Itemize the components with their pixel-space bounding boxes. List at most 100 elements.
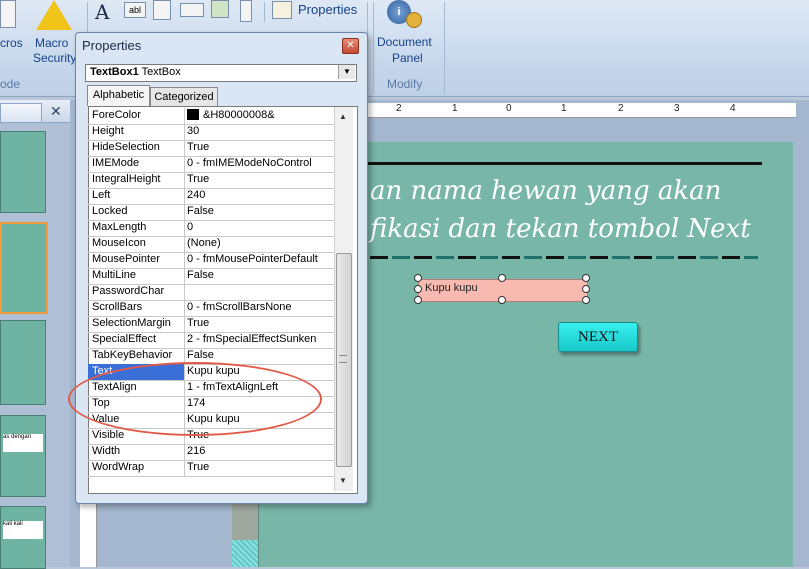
resize-handle[interactable] <box>582 285 590 293</box>
code-group-label: ode <box>0 77 21 91</box>
property-value[interactable]: False <box>187 269 332 281</box>
object-name: TextBox1 <box>90 66 139 78</box>
column-divider <box>184 124 185 140</box>
macros-button-label[interactable]: cros <box>0 36 23 50</box>
property-name: MaxLength <box>92 221 147 233</box>
properties-button-label[interactable]: Properties <box>298 2 357 17</box>
property-value[interactable]: True <box>187 173 332 185</box>
resize-handle[interactable] <box>498 274 506 282</box>
property-value[interactable]: 0 - fmScrollBarsNone <box>187 301 332 313</box>
property-row[interactable]: ScrollBars 0 - fmScrollBarsNone <box>88 300 334 317</box>
thumbnail-text: kali kali <box>3 521 43 539</box>
chevron-down-icon[interactable]: ▼ <box>338 65 355 79</box>
resize-handle[interactable] <box>414 274 422 282</box>
property-row[interactable]: Left 240 <box>88 188 334 205</box>
slide-divider-line <box>368 162 762 165</box>
property-row[interactable]: WordWrap True <box>88 460 334 477</box>
tab-alphabetic[interactable]: Alphabetic <box>87 85 150 106</box>
property-value[interactable]: 2 - fmSpecialEffectSunken <box>187 333 332 345</box>
close-button[interactable]: ✕ <box>342 38 359 54</box>
property-value[interactable]: False <box>187 205 332 217</box>
column-divider <box>184 140 185 156</box>
macro-security-icon[interactable] <box>36 0 72 30</box>
scrollbar-control-icon[interactable] <box>240 0 252 22</box>
tab-categorized[interactable]: Categorized <box>150 87 218 106</box>
property-row[interactable]: Height 30 <box>88 124 334 141</box>
property-value-text: (None) <box>187 237 221 249</box>
object-type: TextBox <box>141 66 181 78</box>
resize-handle[interactable] <box>582 296 590 304</box>
column-divider <box>184 204 185 220</box>
slide-thumbnail[interactable] <box>0 320 46 405</box>
column-divider <box>184 300 185 316</box>
slide-thumbnail[interactable]: as dengan <box>0 415 46 497</box>
image-control-icon[interactable] <box>211 0 229 18</box>
property-value-text: 216 <box>187 445 206 457</box>
property-value[interactable]: (None) <box>187 237 332 249</box>
textbox-control-icon[interactable]: abl <box>124 2 146 18</box>
property-value-text: &H80000008& <box>203 109 275 121</box>
property-row[interactable]: MaxLength 0 <box>88 220 334 237</box>
properties-icon[interactable] <box>272 1 292 19</box>
property-row[interactable]: MousePointer 0 - fmMousePointerDefault <box>88 252 334 269</box>
document-panel-label-2[interactable]: Panel <box>392 51 423 65</box>
macro-security-label-2[interactable]: Security <box>33 51 76 65</box>
property-row[interactable]: HideSelection True <box>88 140 334 157</box>
object-selector-text: TextBox1 TextBox <box>90 66 181 78</box>
next-button[interactable]: NEXT <box>558 322 638 352</box>
gear-icon <box>406 12 422 28</box>
property-row[interactable]: MultiLine False <box>88 268 334 285</box>
slide-thumbnail-selected[interactable] <box>0 222 48 314</box>
column-divider <box>184 188 185 204</box>
property-value[interactable]: True <box>187 141 332 153</box>
property-value[interactable]: 0 - fmMousePointerDefault <box>187 253 332 265</box>
macro-security-label-1[interactable]: Macro <box>35 36 68 50</box>
slides-tab[interactable] <box>0 103 42 123</box>
property-row[interactable]: Width 216 <box>88 444 334 461</box>
property-name: TabKeyBehavior <box>92 349 173 361</box>
property-value[interactable]: 0 - fmIMEModeNoControl <box>187 157 332 169</box>
property-value[interactable]: &H80000008& <box>187 109 332 121</box>
property-row[interactable]: SelectionMargin True <box>88 316 334 333</box>
resize-handle[interactable] <box>582 274 590 282</box>
button-control-icon[interactable] <box>180 3 204 17</box>
ruler-tick: 4 <box>730 103 736 114</box>
thumbnail-text: as dengan <box>3 434 43 452</box>
macros-icon[interactable] <box>0 0 16 28</box>
property-row[interactable]: ForeColor &H80000008& <box>88 108 334 125</box>
resize-handle[interactable] <box>414 296 422 304</box>
property-value[interactable]: True <box>187 317 332 329</box>
property-row[interactable]: IMEMode 0 - fmIMEModeNoControl <box>88 156 334 173</box>
property-row[interactable]: Locked False <box>88 204 334 221</box>
property-value-text: 0 - fmScrollBarsNone <box>187 301 292 313</box>
label-control-icon[interactable]: A <box>95 0 109 24</box>
property-value[interactable]: False <box>187 349 332 361</box>
resize-handle[interactable] <box>414 285 422 293</box>
modify-group-label: Modify <box>387 77 423 91</box>
scroll-up-icon[interactable]: ▲ <box>336 110 350 124</box>
textbox1-value: Kupu kupu <box>425 282 478 294</box>
slide-thumbnail[interactable] <box>0 131 46 213</box>
column-divider <box>184 156 185 172</box>
property-value-text: 0 - fmMousePointerDefault <box>187 253 318 265</box>
spin-control-icon[interactable] <box>153 0 171 20</box>
column-divider <box>184 316 185 332</box>
resize-handle[interactable] <box>498 296 506 304</box>
scroll-down-icon[interactable]: ▼ <box>336 474 350 488</box>
property-value[interactable]: 240 <box>187 189 332 201</box>
property-value[interactable]: 0 <box>187 221 332 233</box>
property-value-text: 2 - fmSpecialEffectSunken <box>187 333 317 345</box>
property-row[interactable]: SpecialEffect 2 - fmSpecialEffectSunken <box>88 332 334 349</box>
property-value[interactable]: 216 <box>187 445 332 457</box>
property-row[interactable]: IntegralHeight True <box>88 172 334 189</box>
property-row[interactable]: PasswordChar <box>88 284 334 301</box>
slide-thumbnail[interactable]: kali kali <box>0 506 46 569</box>
property-value[interactable]: 30 <box>187 125 332 137</box>
document-panel-label-1[interactable]: Document <box>377 35 432 49</box>
column-divider <box>184 172 185 188</box>
close-icon[interactable]: ✕ <box>50 103 62 120</box>
property-value[interactable]: True <box>187 461 332 473</box>
slide-instruction-line-1: an nama hewan yang akan <box>370 176 722 206</box>
property-row[interactable]: MouseIcon (None) <box>88 236 334 253</box>
horizontal-ruler: 2 1 0 1 2 3 4 <box>368 103 796 118</box>
